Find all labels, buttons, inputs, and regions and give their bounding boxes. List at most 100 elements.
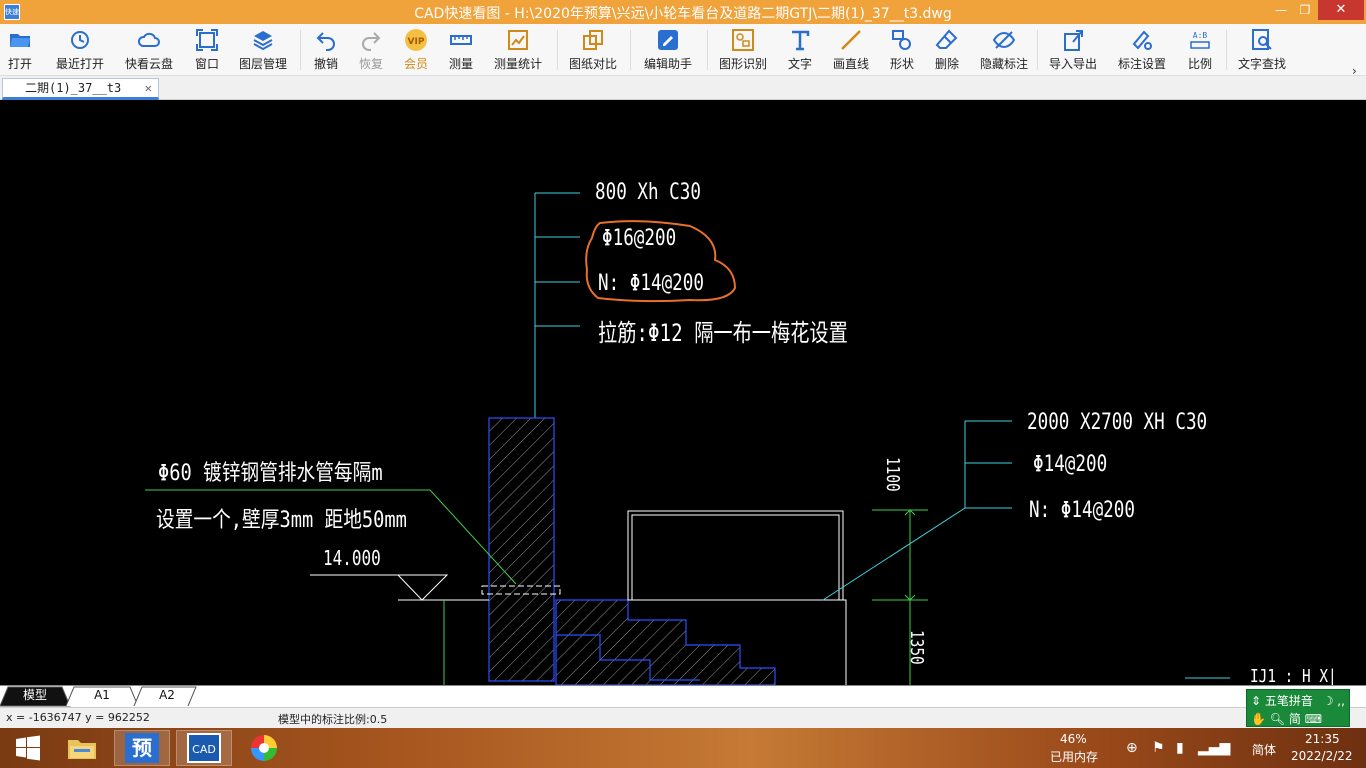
elevation-marker (310, 574, 489, 601)
hide-annotation-button[interactable]: 隐藏标注 (980, 28, 1028, 74)
elevation-label: 14.000 (323, 546, 381, 570)
battery-icon[interactable]: ▮ (1176, 740, 1184, 756)
annotation-settings-icon (1132, 30, 1152, 50)
toolbar-divider (300, 30, 301, 70)
ruler-icon (450, 35, 472, 45)
tab-close-icon[interactable]: ✕ (145, 79, 152, 97)
layout-tab-model[interactable]: 模型 (8, 686, 62, 706)
document-tab-label: 二期(1)_37__t3 (25, 81, 122, 95)
import-export-icon (1064, 30, 1083, 51)
memory-label: 已用内存 (1050, 750, 1099, 764)
shape-icon (892, 30, 911, 50)
search-icon: 🔍︎ (1269, 712, 1286, 726)
window-button[interactable]: 窗口 (195, 28, 219, 74)
flag-icon[interactable]: ⚑ (1152, 740, 1165, 756)
start-icon (16, 735, 40, 761)
annotation-scale-status: 模型中的标注比例:0.5 (278, 713, 388, 726)
cloud-disk-button[interactable]: 快看云盘 (125, 28, 173, 74)
column-rebar-label: Φ16@200 (602, 226, 677, 251)
layer-manager-button[interactable]: 图层管理 (239, 28, 287, 74)
line-icon (841, 30, 861, 50)
measure-stats-icon (508, 30, 528, 50)
text-tool-button[interactable]: 文字 (788, 28, 812, 74)
document-tab-bar: 二期(1)_37__t3 ✕ (0, 76, 1366, 100)
dimension-1350-label: 1350 (906, 630, 927, 665)
column-leader (534, 192, 580, 418)
toolbar-divider (557, 30, 558, 70)
main-toolbar: 打开 最近打开 快看云盘 窗口 图层管理 撤销 恢复 VIP 会员 测量 测量统… (0, 24, 1366, 78)
ime-mode[interactable]: 简 (1289, 712, 1301, 726)
volume-icon[interactable]: 🔈︎ (1226, 740, 1234, 756)
stair-section (555, 599, 776, 685)
measure-button[interactable]: 测量 (449, 28, 473, 74)
toolbar-divider (1037, 30, 1038, 70)
minimize-button[interactable]: — (1270, 0, 1292, 20)
annotation-settings-button[interactable]: 标注设置 (1118, 28, 1166, 74)
layout-tab-a1[interactable]: A1 (74, 686, 130, 706)
vip-icon: VIP (405, 29, 427, 51)
ime-symbols: ☽ ,, (1322, 694, 1345, 708)
cad-app-button[interactable]: CAD (176, 730, 232, 766)
redo-button[interactable]: 恢复 (359, 28, 383, 74)
text-search-icon (1252, 29, 1272, 50)
preview-app-button[interactable]: 预 (114, 730, 170, 766)
drain-label-line1: Φ60 镀锌钢管排水管每隔m (158, 461, 383, 486)
file-explorer-button[interactable] (54, 730, 110, 766)
column-size-label: 800 Xh C30 (595, 180, 701, 205)
open-button[interactable]: 打开 (8, 28, 32, 74)
preview-app-icon: 预 (125, 733, 159, 763)
cutoff-label: IJ1 : H X| (1250, 666, 1337, 685)
toolbar-divider (1226, 30, 1227, 70)
compare-icon (583, 30, 603, 50)
drawing-compare-button[interactable]: 图纸对比 (569, 28, 617, 74)
drawing-canvas[interactable]: 800 Xh C30 Φ16@200 N: Φ14@200 拉筋:Φ12 隔一布… (0, 100, 1366, 685)
scale-icon: A:B (1190, 31, 1210, 49)
undo-button[interactable]: 撤销 (314, 28, 338, 74)
start-button[interactable] (0, 730, 56, 766)
redo-icon (362, 32, 381, 51)
keyboard-icon[interactable]: ⌨ (1305, 712, 1322, 726)
recent-open-button[interactable]: 最近打开 (56, 28, 104, 74)
cloud-icon (137, 32, 160, 47)
file-explorer-icon (68, 740, 96, 759)
layout-tab-a2[interactable]: A2 (140, 686, 194, 706)
folder-open-icon (10, 34, 30, 47)
status-bar: x = -1636747 y = 962252 模型中的标注比例:0.5 (0, 707, 1366, 728)
dimension-1100-label: 1100 (882, 457, 903, 492)
undo-icon (316, 32, 335, 51)
shape-recognize-icon (732, 29, 754, 51)
maximize-button[interactable]: ❐ (1294, 0, 1316, 20)
toolbar-divider (630, 30, 631, 70)
delete-button[interactable]: 删除 (935, 28, 959, 74)
vip-badge-text: VIP (408, 37, 425, 47)
clock-time[interactable]: 21:35 (1305, 732, 1340, 746)
browser-button[interactable] (236, 730, 292, 766)
browser-icon (251, 735, 277, 761)
scale-button[interactable]: A:B 比例 (1188, 28, 1212, 74)
memory-percent: 46% (1060, 732, 1087, 746)
eye-hide-icon (992, 31, 1016, 49)
network-plus-icon[interactable]: ⊕ (1126, 740, 1138, 756)
text-search-button[interactable]: 文字查找 (1238, 28, 1286, 74)
edit-assistant-button[interactable]: 编辑助手 (644, 28, 692, 74)
beam-n-rebar-label: N: Φ14@200 (1029, 498, 1135, 523)
window-title: CAD快速看图 - H:\2020年预算\兴远\小轮车看台及道路二期GTJ\二期… (414, 6, 952, 22)
import-export-button[interactable]: 导入导出 (1049, 28, 1097, 74)
layers-icon (253, 31, 273, 51)
clock-date[interactable]: 2022/2/22 (1291, 749, 1353, 763)
svg-text:A:B: A:B (1193, 31, 1208, 40)
shape-button[interactable]: 形状 (890, 28, 914, 74)
ime-toolbar[interactable]: ⇕ 五笔拼音 ☽ ,, ✋ 🔍︎ 简 ⌨ (1246, 689, 1350, 727)
document-tab[interactable]: 二期(1)_37__t3 ✕ (2, 78, 159, 100)
eraser-icon (935, 29, 958, 49)
draw-line-button[interactable]: 画直线 (833, 28, 869, 74)
language-indicator[interactable]: 简体 (1252, 741, 1276, 758)
recent-icon (71, 31, 89, 49)
measure-stats-button[interactable]: 测量统计 (494, 28, 542, 74)
window-icon (196, 29, 218, 51)
close-button[interactable]: ✕ (1318, 0, 1364, 20)
vip-button[interactable]: VIP 会员 (404, 28, 428, 74)
ime-controls: ✋ 🔍︎ 简 ⌨ (1251, 710, 1322, 727)
shape-recognize-button[interactable]: 图形识别 (719, 28, 767, 74)
taskbar: 预 CAD 46% 已用内存 ⊕ ⚑ ▮ ▂▄▆ 🔈︎ 简体 21:35 202… (0, 728, 1366, 768)
